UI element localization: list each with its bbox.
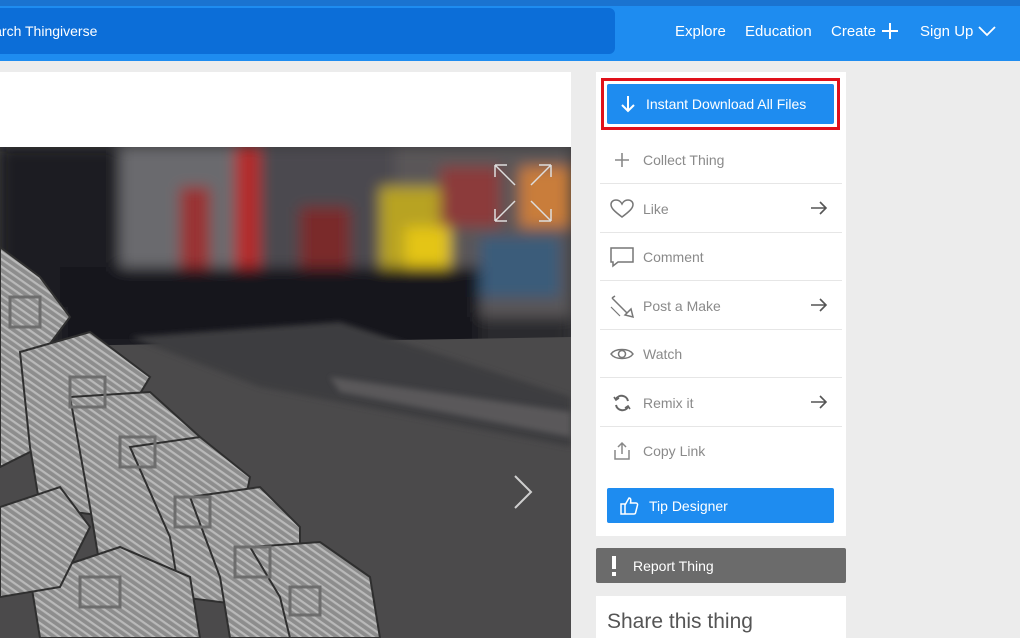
report-thing-label: Report Thing: [633, 557, 714, 574]
fullscreen-icon[interactable]: [493, 163, 553, 223]
nav-education[interactable]: Education: [745, 19, 812, 43]
action-watch[interactable]: Watch: [600, 330, 842, 378]
action-remix-it[interactable]: Remix it: [600, 379, 842, 427]
report-thing-button[interactable]: Report Thing: [596, 548, 846, 583]
action-copy-link[interactable]: Copy Link: [600, 427, 842, 475]
search-bar[interactable]: [0, 8, 615, 54]
share-title: Share this thing: [607, 610, 753, 633]
thing-title-card: inks: [0, 72, 571, 147]
plus-icon: [882, 23, 899, 39]
chevron-down-icon: [978, 26, 997, 37]
chevron-right-icon[interactable]: [512, 473, 534, 511]
eye-icon: [609, 346, 635, 362]
nav-create[interactable]: Create: [831, 19, 899, 43]
top-navbar: Explore Education Create Sign Up: [0, 0, 1020, 61]
action-label: Watch: [643, 345, 683, 362]
arrow-right-icon: [811, 201, 828, 215]
tip-designer-button[interactable]: Tip Designer: [607, 488, 834, 523]
action-label: Like: [643, 200, 669, 217]
post-make-icon: [609, 293, 635, 319]
tip-designer-label: Tip Designer: [649, 497, 728, 514]
action-comment[interactable]: Comment: [600, 233, 842, 281]
action-label: Comment: [643, 248, 704, 265]
instant-download-button[interactable]: Instant Download All Files: [607, 84, 834, 124]
arrow-right-icon: [811, 298, 828, 312]
action-label: Remix it: [643, 394, 694, 411]
thing-photo[interactable]: [0, 147, 571, 638]
share-upload-icon: [609, 441, 635, 461]
photo-scene: [0, 147, 571, 638]
nav-sign-up-label: Sign Up: [920, 22, 974, 40]
plus-icon: [609, 152, 635, 168]
heart-icon: [609, 198, 635, 219]
nav-education-label: Education: [745, 22, 812, 40]
search-input[interactable]: [0, 8, 615, 54]
nav-explore[interactable]: Explore: [675, 19, 726, 43]
nav-sign-up[interactable]: Sign Up: [920, 19, 997, 43]
thing-title: inks: [0, 90, 200, 113]
remix-icon: [609, 394, 635, 412]
action-label: Copy Link: [643, 443, 706, 459]
nav-explore-label: Explore: [675, 22, 726, 40]
action-label: Post a Make: [643, 297, 721, 314]
action-label: Collect Thing: [643, 151, 725, 168]
nav-create-label: Create: [831, 22, 877, 40]
action-like[interactable]: Like: [600, 185, 842, 233]
action-collect-thing[interactable]: Collect Thing: [600, 136, 842, 184]
thumbs-up-icon: [619, 496, 639, 516]
download-arrow-icon: [620, 95, 636, 113]
exclamation-icon: [611, 555, 617, 576]
arrow-right-icon: [811, 395, 828, 409]
action-post-a-make[interactable]: Post a Make: [600, 282, 842, 330]
instant-download-label: Instant Download All Files: [646, 96, 807, 112]
comment-icon: [609, 246, 635, 268]
share-card: Share this thing: [596, 596, 846, 638]
